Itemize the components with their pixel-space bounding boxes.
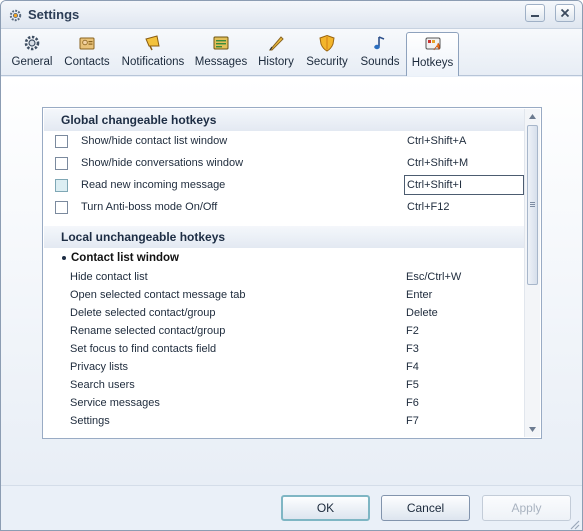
global-hotkey-row[interactable]: Show/hide contact list window Ctrl+Shift… <box>44 131 524 152</box>
hotkey-checkbox[interactable] <box>55 201 68 214</box>
hotkey-checkbox[interactable] <box>55 135 68 148</box>
hotkey-edit-field[interactable]: Ctrl+Shift+I <box>404 175 524 195</box>
tab-hotkeys[interactable]: Hotkeys <box>406 32 459 76</box>
messages-icon <box>213 36 229 50</box>
scroll-thumb[interactable] <box>527 125 538 285</box>
ok-button[interactable]: OK <box>281 495 370 521</box>
local-hotkey-row: Service messages F6 <box>70 397 419 409</box>
local-hotkeys-header: Local unchangeable hotkeys <box>44 226 524 248</box>
local-hotkey-row: Set focus to find contacts field F3 <box>70 343 419 355</box>
arrow-down-icon <box>529 427 536 432</box>
local-hotkey-row: Settings F7 <box>70 415 419 427</box>
close-icon <box>560 8 570 18</box>
tab-messages[interactable]: Messages <box>194 32 248 73</box>
scroll-up-arrow[interactable] <box>527 111 538 122</box>
global-hotkey-row[interactable]: Read new incoming message Ctrl+Shift+I <box>44 175 524 196</box>
tab-notifications[interactable]: Notifications <box>120 32 186 73</box>
tab-history[interactable]: History <box>255 32 297 73</box>
local-hotkey-row: Privacy lists F4 <box>70 361 419 373</box>
bullet-icon <box>62 255 66 260</box>
dialog-footer: OK Cancel Apply <box>1 485 582 530</box>
local-hotkey-row: Delete selected contact/group Delete <box>70 307 438 319</box>
local-hotkey-row: Search users F5 <box>70 379 419 391</box>
hotkey-checkbox[interactable] <box>55 179 68 192</box>
global-hotkeys-header: Global changeable hotkeys <box>44 109 524 131</box>
contact-list-window-group: Contact list window <box>62 252 179 264</box>
contact-card-icon <box>79 37 95 50</box>
cancel-button[interactable]: Cancel <box>381 495 470 521</box>
settings-window: Settings General Contacts Notifications … <box>0 0 583 531</box>
local-hotkey-row: Open selected contact message tab Enter <box>70 289 433 301</box>
global-hotkey-row[interactable]: Turn Anti-boss mode On/Off Ctrl+F12 <box>44 197 524 218</box>
local-hotkey-row: Rename selected contact/group F2 <box>70 325 419 337</box>
tab-general[interactable]: General <box>9 32 55 73</box>
hotkey-value[interactable]: Ctrl+Shift+M <box>407 157 468 169</box>
scroll-down-arrow[interactable] <box>527 424 538 435</box>
close-button[interactable] <box>555 4 575 22</box>
tab-sounds[interactable]: Sounds <box>359 32 401 73</box>
resize-grip-icon[interactable] <box>568 518 580 530</box>
shield-icon <box>319 34 335 52</box>
tab-security[interactable]: Security <box>305 32 349 73</box>
gear-icon <box>24 35 40 51</box>
hotkey-value[interactable]: Ctrl+F12 <box>407 201 450 213</box>
settings-tabs: General Contacts Notifications Messages <box>1 29 582 76</box>
hotkeys-icon <box>425 37 440 51</box>
hotkey-checkbox[interactable] <box>55 157 68 170</box>
minimize-icon <box>531 15 539 17</box>
vertical-scrollbar[interactable] <box>524 109 540 437</box>
hotkey-value[interactable]: Ctrl+Shift+A <box>407 135 466 147</box>
arrow-up-icon <box>529 114 536 119</box>
settings-gear-icon <box>9 9 22 22</box>
title-bar: Settings <box>1 1 582 29</box>
quill-icon <box>268 36 284 51</box>
apply-button[interactable]: Apply <box>482 495 571 521</box>
megaphone-icon <box>145 35 160 51</box>
music-note-icon <box>374 36 385 50</box>
hotkeys-list: Global changeable hotkeys Show/hide cont… <box>42 107 542 439</box>
global-hotkey-row[interactable]: Show/hide conversations window Ctrl+Shif… <box>44 153 524 174</box>
window-title: Settings <box>28 7 80 22</box>
tab-contacts[interactable]: Contacts <box>61 32 113 73</box>
minimize-button[interactable] <box>525 4 545 22</box>
local-hotkey-row: Hide contact list Esc/Ctrl+W <box>70 271 462 283</box>
